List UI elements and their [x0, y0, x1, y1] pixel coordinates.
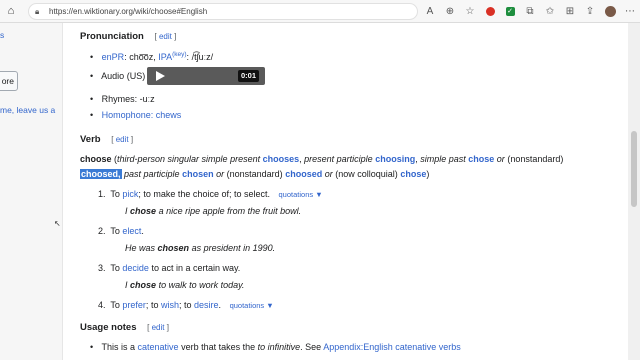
browser-toolbar: ⌂ 🔒︎ https://en.wiktionary.org/wiki/choo…: [0, 0, 640, 23]
example-1: I chose a nice ripe apple from the fruit…: [125, 206, 302, 216]
inflection-label: past participle: [124, 169, 180, 179]
sidebar-message[interactable]: me, leave us a: [0, 105, 55, 115]
homophone-link[interactable]: chews: [156, 110, 182, 120]
share-icon[interactable]: ⇪: [580, 0, 600, 23]
wish-link[interactable]: wish: [161, 300, 179, 310]
usage-notes-heading: Usage notes [ edit ]: [80, 322, 169, 333]
qualifier: (now colloquial): [335, 169, 398, 179]
url-text: https://en.wiktionary.org/wiki/choose#En…: [49, 7, 208, 16]
chose-colloquial-link[interactable]: chose: [400, 169, 426, 179]
enpr-value: cho͞oz: [129, 52, 154, 62]
zoom-icon[interactable]: ⊕: [440, 0, 460, 23]
audio-player[interactable]: 0:01: [147, 67, 265, 85]
mouse-cursor-icon: ↖: [54, 219, 61, 228]
verb-edit-link[interactable]: edit: [116, 135, 129, 144]
chose-link[interactable]: chose: [468, 154, 494, 164]
verb-edit: [ edit ]: [111, 135, 134, 144]
definition-4: 4. To prefer; to wish; to desire. quotat…: [98, 300, 274, 310]
enpr-row: enPR: cho͞oz, IPA(key): /t͡ʃuːz/: [90, 51, 213, 62]
page-scrollbar[interactable]: [628, 23, 640, 360]
read-aloud-icon[interactable]: A: [420, 0, 440, 23]
definition-1: 1. To pick; to make the choice of; to se…: [98, 189, 323, 199]
pronunciation-edit-link[interactable]: edit: [159, 32, 172, 41]
definition-3: 3. To decide to act in a certain way.: [98, 263, 241, 273]
qualifier: (nonstandard): [226, 169, 283, 179]
ipa-value: /t͡ʃuːz/: [191, 52, 214, 62]
usage-edit-link[interactable]: edit: [152, 323, 165, 332]
pronunciation-heading: Pronunciation [ edit ]: [80, 31, 177, 42]
address-bar[interactable]: 🔒︎ https://en.wiktionary.org/wiki/choose…: [28, 3, 418, 20]
elect-link[interactable]: elect: [122, 226, 141, 236]
extension-green-icon[interactable]: ✓: [500, 0, 520, 23]
enpr-link[interactable]: enPR: [102, 52, 125, 62]
chosen-link[interactable]: chosen: [182, 169, 214, 179]
ipa-key-link[interactable]: (key): [172, 51, 186, 58]
appendix-link[interactable]: Appendix:English catenative verbs: [323, 342, 461, 352]
inflection-label: simple past: [420, 154, 466, 164]
page: s ore me, leave us a Pronunciation [ edi…: [0, 23, 640, 360]
usage-note-item: This is a catenative verb that takes the…: [90, 342, 461, 352]
sidebar-more-button[interactable]: ore: [0, 71, 18, 91]
play-icon[interactable]: [156, 71, 165, 81]
desire-link[interactable]: desire: [194, 300, 219, 310]
choosed-link[interactable]: choosed: [285, 169, 322, 179]
qualifier: (nonstandard): [507, 154, 564, 164]
rhymes-row: Rhymes: -uːz: [90, 94, 155, 104]
example-3: I chose to walk to work today.: [125, 280, 245, 290]
or-text: or: [496, 154, 505, 164]
homophone-label[interactable]: Homophone:: [102, 110, 154, 120]
menu-icon[interactable]: ⋯: [620, 0, 640, 23]
collections-icon[interactable]: ⊞: [560, 0, 580, 23]
audio-label: Audio (US): [101, 71, 146, 81]
scrollbar-thumb[interactable]: [631, 131, 637, 207]
pronunciation-edit: [ edit ]: [154, 32, 177, 41]
pick-link[interactable]: pick: [122, 189, 138, 199]
example-2: He was chosen as president in 1990.: [125, 243, 276, 253]
sidebar-link[interactable]: s: [0, 30, 4, 40]
definition-2: 2. To elect.: [98, 226, 144, 236]
usage-edit: [ edit ]: [147, 323, 169, 332]
audio-duration: 0:01: [237, 70, 259, 82]
audio-row: Audio (US): [90, 71, 145, 81]
catenative-link[interactable]: catenative: [138, 342, 179, 352]
ipa-link[interactable]: IPA: [158, 52, 172, 62]
inflection-label: present participle: [304, 154, 373, 164]
choosing-link[interactable]: choosing: [375, 154, 415, 164]
verb-headword-line-2: choosed, past participle chosen or (nons…: [80, 169, 430, 179]
rhymes-text[interactable]: Rhymes: -uːz: [102, 94, 155, 104]
homophone-row: Homophone: chews: [90, 110, 182, 120]
article-content: Pronunciation [ edit ] enPR: cho͞oz, IPA…: [62, 23, 628, 360]
verb-headword-line: choose (third-person singular simple pre…: [80, 154, 564, 164]
chooses-link[interactable]: chooses: [263, 154, 300, 164]
verb-heading: Verb [ edit ]: [80, 134, 134, 145]
profile-avatar[interactable]: [600, 0, 620, 23]
prefer-link[interactable]: prefer: [122, 300, 146, 310]
or-text: or: [324, 169, 333, 179]
toolbar-icons: A ⊕ ☆ ✓ ⧉ ✩ ⊞ ⇪ ⋯: [420, 0, 640, 23]
lock-icon: 🔒︎: [35, 6, 40, 16]
extension-red-icon[interactable]: [480, 0, 500, 23]
headword: choose: [80, 154, 112, 164]
selected-text[interactable]: choosed,: [80, 169, 122, 179]
favorites-bar-icon[interactable]: ✩: [540, 0, 560, 23]
quotations-toggle[interactable]: quotations ▼: [230, 301, 274, 310]
decide-link[interactable]: decide: [122, 263, 149, 273]
home-icon[interactable]: ⌂: [0, 0, 22, 23]
favorite-icon[interactable]: ☆: [460, 0, 480, 23]
inflection-label: third-person singular simple present: [117, 154, 261, 164]
quotations-toggle[interactable]: quotations ▼: [279, 190, 323, 199]
left-panel: s ore me, leave us a: [0, 23, 62, 360]
or-text: or: [216, 169, 225, 179]
extensions-icon[interactable]: ⧉: [520, 0, 540, 23]
